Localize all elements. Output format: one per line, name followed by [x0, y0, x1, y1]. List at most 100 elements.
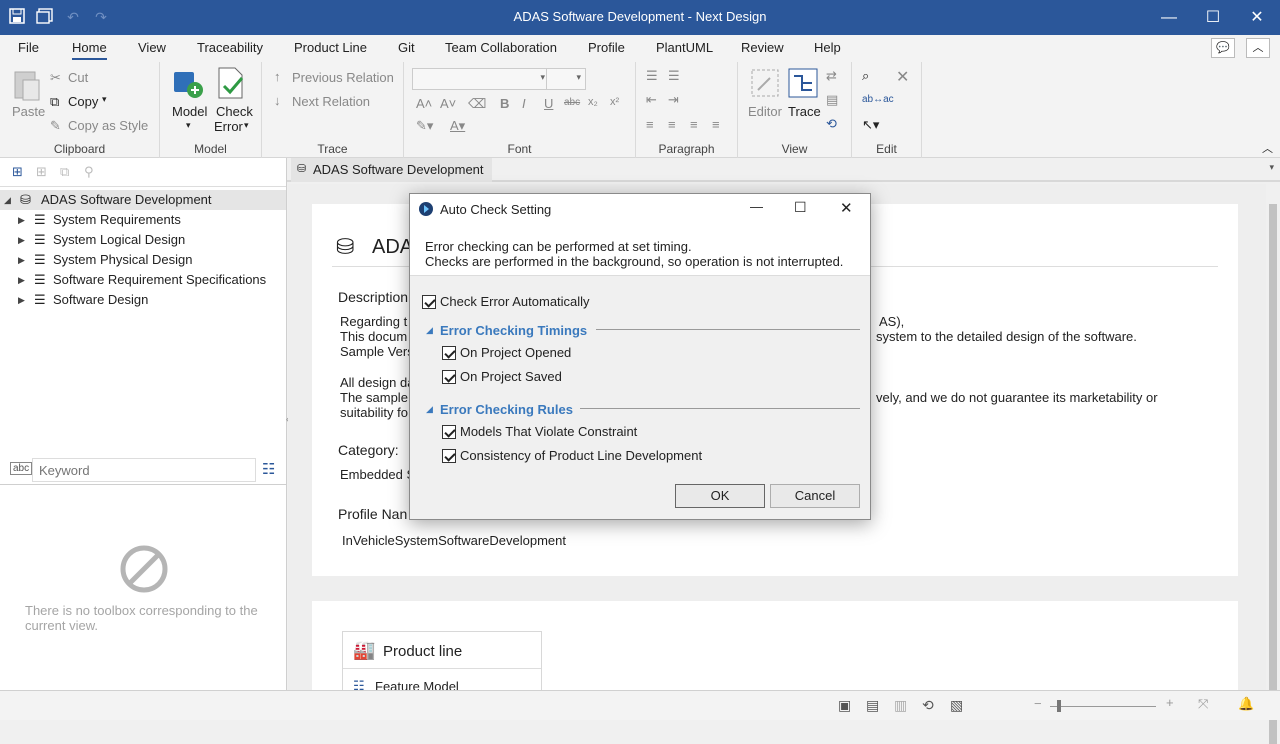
vertical-scrollbar[interactable]: [1266, 184, 1280, 744]
editor-button[interactable]: Editor: [748, 104, 782, 119]
caret-right-icon[interactable]: ▶: [18, 290, 25, 310]
zoom-in-icon[interactable]: +: [1166, 695, 1174, 710]
copy-tree-icon[interactable]: ⧉: [60, 164, 76, 180]
font-family-select[interactable]: ▾: [412, 68, 550, 90]
caret-right-icon[interactable]: ▶: [18, 230, 25, 250]
subscript-icon[interactable]: x₂: [588, 96, 598, 108]
grow-font-icon[interactable]: A˄: [416, 96, 432, 111]
zoom-slider-thumb[interactable]: [1057, 700, 1061, 712]
tab-plantuml[interactable]: PlantUML: [656, 40, 713, 55]
chevron-down-icon[interactable]: ▾: [1269, 162, 1274, 173]
caret-right-icon[interactable]: ▶: [18, 270, 25, 290]
tab-git[interactable]: Git: [398, 40, 415, 55]
chevron-down-icon[interactable]: ▾: [186, 120, 191, 131]
models-violate-constraint-label[interactable]: Models That Violate Constraint: [460, 424, 637, 439]
sync-icon[interactable]: ⟲: [922, 697, 934, 714]
scrollbar-thumb[interactable]: [1269, 204, 1277, 744]
justify-icon[interactable]: ≡: [712, 117, 720, 132]
decrease-indent-icon[interactable]: ⇤: [646, 92, 657, 108]
search-mode-icon[interactable]: abc: [10, 462, 33, 475]
minimize-button[interactable]: —: [1147, 0, 1191, 35]
align-center-icon[interactable]: ≡: [668, 117, 676, 132]
font-color-icon[interactable]: A▾: [450, 118, 465, 134]
clear-format-icon[interactable]: ⌫: [468, 96, 486, 112]
shrink-font-icon[interactable]: A˅: [440, 96, 456, 111]
models-violate-constraint-checkbox[interactable]: [442, 425, 456, 439]
previous-relation-button[interactable]: Previous Relation: [292, 70, 394, 85]
tree-root[interactable]: ◢ ⛁ ADAS Software Development: [0, 190, 286, 210]
maximize-button[interactable]: ☐: [1191, 0, 1235, 35]
check-button[interactable]: Check: [216, 104, 253, 119]
collapse-icon[interactable]: ◢: [426, 325, 433, 336]
tree-item[interactable]: ▶ ☰ Software Requirement Specifications: [0, 270, 286, 290]
tree-item[interactable]: ▶ ☰ System Physical Design: [0, 250, 286, 270]
on-project-opened-checkbox[interactable]: [442, 346, 456, 360]
product-line-consistency-checkbox[interactable]: [442, 449, 456, 463]
check-error-automatically-label[interactable]: Check Error Automatically: [440, 294, 590, 309]
numbering-icon[interactable]: ☰: [668, 68, 680, 84]
tab-view[interactable]: View: [138, 40, 166, 55]
tab-document[interactable]: ⛁ ADAS Software Development: [291, 158, 492, 182]
zoom-slider[interactable]: [1050, 706, 1156, 707]
find-icon[interactable]: ⌕: [862, 68, 869, 84]
chevron-down-icon[interactable]: ▾: [244, 120, 249, 131]
delete-icon[interactable]: ✕: [896, 67, 909, 87]
tab-traceability[interactable]: Traceability: [197, 40, 263, 55]
on-project-saved-label[interactable]: On Project Saved: [460, 369, 562, 384]
layout-horizontal-icon[interactable]: ▤: [866, 697, 879, 714]
caret-right-icon[interactable]: ▶: [18, 250, 25, 270]
highlight-icon[interactable]: ✎▾: [416, 118, 433, 134]
filter-icon[interactable]: ☷: [262, 460, 275, 478]
feature-model-item[interactable]: Feature Model: [375, 679, 459, 690]
fit-icon[interactable]: ⤧: [1198, 696, 1208, 712]
tab-help[interactable]: Help: [814, 40, 841, 55]
collapse-ribbon-icon[interactable]: ︿: [1262, 140, 1273, 156]
bullets-icon[interactable]: ☰: [646, 68, 658, 84]
check-error-automatically-checkbox[interactable]: [422, 295, 436, 309]
search-input[interactable]: [32, 458, 256, 482]
tab-home[interactable]: Home: [72, 40, 107, 60]
product-line-consistency-label[interactable]: Consistency of Product Line Development: [460, 448, 702, 463]
sync-icon[interactable]: ⟲: [826, 116, 837, 132]
align-right-icon[interactable]: ≡: [690, 117, 698, 132]
copy-as-style-button[interactable]: Copy as Style: [68, 118, 148, 133]
rules-section-title[interactable]: Error Checking Rules: [440, 402, 573, 417]
bold-icon[interactable]: B: [500, 96, 509, 111]
structure-icon[interactable]: ⊞: [12, 164, 28, 180]
ok-button[interactable]: OK: [675, 484, 765, 508]
next-relation-button[interactable]: Next Relation: [292, 94, 370, 109]
trace-view-button[interactable]: Trace: [788, 104, 821, 119]
select-icon[interactable]: ↖▾: [862, 117, 879, 133]
tab-file[interactable]: File: [18, 40, 39, 55]
chevron-down-icon[interactable]: ▾: [102, 94, 107, 105]
tree-item[interactable]: ▶ ☰ Software Design: [0, 290, 286, 310]
timings-section-title[interactable]: Error Checking Timings: [440, 323, 587, 338]
dialog-maximize-button[interactable]: ☐: [794, 199, 807, 216]
chevron-up-icon[interactable]: ︿: [1246, 38, 1270, 58]
layout-icon[interactable]: ▤: [826, 92, 838, 108]
error-button[interactable]: Error: [214, 119, 243, 134]
close-button[interactable]: ✕: [1235, 0, 1279, 35]
dialog-close-button[interactable]: ✕: [840, 199, 853, 217]
cancel-button[interactable]: Cancel: [770, 484, 860, 508]
model-button[interactable]: Model: [172, 104, 207, 119]
align-left-icon[interactable]: ≡: [646, 117, 654, 132]
layout-vertical-icon[interactable]: ▥: [894, 697, 907, 714]
caret-down-icon[interactable]: ◢: [4, 190, 11, 210]
strikethrough-icon[interactable]: abc: [564, 97, 580, 108]
bell-icon[interactable]: 🔔: [1238, 696, 1254, 712]
tab-product-line[interactable]: Product Line: [294, 40, 367, 55]
italic-icon[interactable]: I: [522, 96, 526, 111]
font-size-select[interactable]: ▾: [546, 68, 586, 90]
tab-profile[interactable]: Profile: [588, 40, 625, 55]
hierarchy-icon[interactable]: ⊞: [36, 164, 52, 180]
increase-indent-icon[interactable]: ⇥: [668, 92, 679, 108]
underline-icon[interactable]: U: [544, 96, 553, 111]
tree-item[interactable]: ▶ ☰ System Logical Design: [0, 230, 286, 250]
cut-button[interactable]: Cut: [68, 70, 88, 85]
paste-button[interactable]: Paste: [12, 104, 45, 119]
caret-right-icon[interactable]: ▶: [18, 210, 25, 230]
dialog-minimize-button[interactable]: —: [750, 199, 763, 214]
superscript-icon[interactable]: x²: [610, 96, 619, 108]
comment-icon[interactable]: 💬: [1211, 38, 1235, 58]
